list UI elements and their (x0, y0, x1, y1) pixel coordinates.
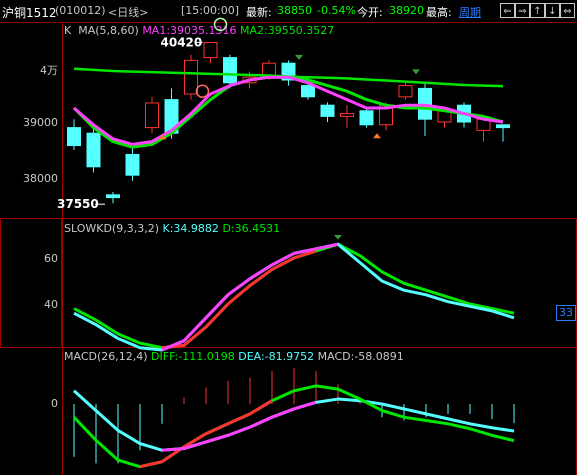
kline-chart[interactable]: 4042037550 (0, 0, 577, 475)
candle-body (398, 85, 413, 98)
candle-body (340, 113, 354, 117)
signal-arrow-icon (412, 69, 420, 75)
kd-rising-segment (161, 249, 317, 350)
candle-body (320, 104, 335, 117)
macd-dea-rising-segment (161, 400, 317, 452)
candle-body (184, 59, 198, 95)
low-price-label: 37550 (57, 197, 99, 211)
candle-body (125, 153, 140, 176)
candle-body (86, 132, 101, 168)
candle-body (301, 85, 315, 98)
candle-body (359, 110, 374, 126)
smiley-icon (213, 17, 228, 32)
candle-body (67, 127, 81, 147)
macd-diff-rising-segment (139, 399, 273, 469)
candle-body (203, 41, 218, 59)
candle-body (223, 57, 237, 84)
candle-body (106, 194, 120, 199)
smiley-icon (195, 84, 210, 98)
candle-body (145, 102, 159, 129)
kd-d-line (73, 242, 515, 350)
signal-arrow-icon (295, 54, 303, 60)
kd-signal-arrow-icon (334, 235, 342, 240)
signal-arrow-icon (373, 133, 381, 139)
candle-body (496, 124, 510, 129)
kd-k-rising-segment (161, 242, 339, 352)
